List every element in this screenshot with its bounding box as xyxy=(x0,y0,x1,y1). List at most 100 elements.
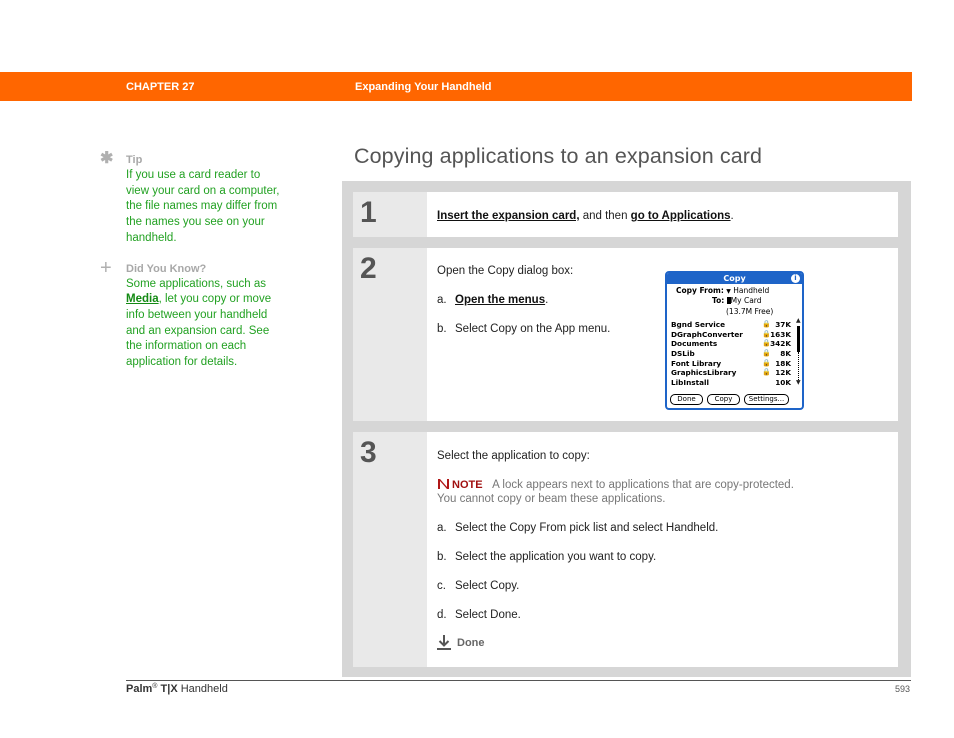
app-list: Bgnd Service 🔒 37K DGraphConverter 🔒 163K Do… xyxy=(671,320,791,388)
dropdown-triangle-icon: ▼ xyxy=(726,288,731,295)
step-3-item-b: b. Select the application you want to cop… xyxy=(437,551,656,563)
app-list-item: GraphicsLibrary 🔒 12K xyxy=(671,368,791,378)
open-menus-link[interactable]: Open the menus xyxy=(455,294,545,306)
scrollbar-track xyxy=(798,352,799,380)
step-1-text: Insert the expansion card, and then go t… xyxy=(437,210,734,222)
item-text: Select the application you want to copy. xyxy=(455,551,657,563)
footer-product: Handheld xyxy=(180,683,228,695)
note-label: NOTE xyxy=(452,479,483,491)
down-arrow-icon xyxy=(437,635,451,650)
app-list-item: Bgnd Service 🔒 37K xyxy=(671,320,791,330)
item-end: . xyxy=(545,294,549,306)
step-number-column: 3 xyxy=(353,432,427,667)
step-3-intro: Select the application to copy: xyxy=(437,450,590,462)
step-number-column: 1 xyxy=(353,192,427,237)
note-line-2: You cannot copy or beam these applicatio… xyxy=(437,493,666,505)
app-list-item: Font Library 🔒 18K xyxy=(671,359,791,369)
lock-icon: 🔒 xyxy=(762,368,771,377)
step-1: 1 Insert the expansion card, and then go… xyxy=(353,192,898,237)
plus-icon: + xyxy=(100,256,112,279)
step-2-intro: Open the Copy dialog box: xyxy=(437,265,574,277)
app-size: 342K xyxy=(770,339,791,349)
app-size: 163K xyxy=(770,329,791,339)
copy-dialog-screenshot: Copy i Copy From: ▼ Handheld To: My Card… xyxy=(665,271,804,410)
item-label: d. xyxy=(437,609,447,621)
app-name: DGraphConverter xyxy=(671,329,743,339)
step-1-middle-text: and then xyxy=(579,210,631,222)
dialog-title: Copy xyxy=(723,274,746,283)
item-label: b. xyxy=(437,323,447,335)
app-name: Font Library xyxy=(671,358,722,368)
footer-registered-mark: ® xyxy=(152,683,158,690)
dialog-copy-button: Copy xyxy=(707,394,740,405)
step-3-item-d: d. Select Done. xyxy=(437,609,521,621)
dialog-done-button: Done xyxy=(670,394,703,405)
page-title: Copying applications to an expansion car… xyxy=(354,144,763,168)
app-list-item: DSLib 🔒 8K xyxy=(671,349,791,359)
done-marker: Done xyxy=(437,634,485,650)
did-you-know-text: Some applications, such as Media, let yo… xyxy=(126,277,280,371)
item-text: Select Copy. xyxy=(455,580,520,592)
item-text: Select Done. xyxy=(455,609,521,621)
step-3: 3 Select the application to copy: NOTE A… xyxy=(353,432,898,667)
tip-block: ✱ Tip If you use a card reader to view y… xyxy=(100,150,280,247)
sidebar: ✱ Tip If you use a card reader to view y… xyxy=(100,150,280,385)
asterisk-icon: ✱ xyxy=(100,150,114,167)
insert-card-link[interactable]: Insert the expansion card, xyxy=(437,210,580,222)
step-number: 2 xyxy=(360,252,377,285)
dialog-title-bar: Copy i xyxy=(667,273,802,284)
app-size: 12K xyxy=(775,368,791,378)
step-3-item-a: a. Select the Copy From pick list and sel… xyxy=(437,522,718,534)
item-text: Select Copy on the App menu. xyxy=(455,323,611,335)
app-list-item: LibInstall 10K xyxy=(671,378,791,388)
note-text: A lock appears next to applications that… xyxy=(492,479,794,491)
step-3-item-c: c. Select Copy. xyxy=(437,580,519,592)
app-list-scrollbar: ▲ ▼ xyxy=(796,317,801,386)
step-1-end-text: . xyxy=(730,210,734,222)
step-2: 2 Open the Copy dialog box: a. Open the m… xyxy=(353,248,898,421)
page-number: 593 xyxy=(894,684,910,694)
app-name: LibInstall xyxy=(671,378,710,388)
app-list-item: DGraphConverter 🔒 163K xyxy=(671,330,791,340)
step-number: 3 xyxy=(360,436,377,469)
dialog-settings-button: Settings... xyxy=(744,394,789,405)
note-line-1: NOTE A lock appears next to applications… xyxy=(437,478,794,491)
media-link[interactable]: Media xyxy=(126,293,159,305)
app-name: Bgnd Service xyxy=(671,320,726,329)
to-value: My Card xyxy=(730,296,762,305)
scroll-up-arrow-icon: ▲ xyxy=(796,317,801,324)
done-label: Done xyxy=(457,637,485,649)
item-label: c. xyxy=(437,580,446,592)
lock-icon: 🔒 xyxy=(762,320,771,328)
copy-from-value: Handheld xyxy=(733,286,770,295)
footer-model: T|X xyxy=(160,683,178,695)
footer-brand: Palm xyxy=(126,683,153,695)
app-size: 37K xyxy=(775,320,791,329)
free-space: (13.7M Free) xyxy=(726,307,774,316)
scrollbar-thumb xyxy=(797,326,800,352)
step-number: 1 xyxy=(360,196,377,229)
info-icon: i xyxy=(791,274,800,283)
to-row: To: My Card xyxy=(712,296,762,306)
lock-icon: 🔒 xyxy=(762,358,771,367)
chapter-label: CHAPTER 27 xyxy=(126,81,195,93)
step-2-item-b: b. Select Copy on the App menu. xyxy=(437,323,610,335)
note-icon xyxy=(438,479,449,489)
tip-text: If you use a card reader to view your ca… xyxy=(126,169,280,244)
item-label: a. xyxy=(437,294,447,306)
chapter-title: Expanding Your Handheld xyxy=(355,81,492,93)
chapter-header-band: CHAPTER 27 Expanding Your Handheld xyxy=(0,72,912,101)
app-name: DSLib xyxy=(671,349,695,359)
go-to-applications-link[interactable]: go to Applications xyxy=(631,210,731,222)
footer-divider xyxy=(126,680,911,681)
tip-heading: Tip xyxy=(126,154,143,166)
app-name: GraphicsLibrary xyxy=(671,368,737,378)
scroll-down-arrow-icon: ▼ xyxy=(796,379,801,386)
app-size: 8K xyxy=(780,349,791,359)
app-size: 10K xyxy=(775,378,791,388)
to-label: To: xyxy=(712,296,725,305)
step-number-column: 2 xyxy=(353,248,427,421)
copy-from-label: Copy From: xyxy=(676,286,724,295)
steps-frame: 1 Insert the expansion card, and then go… xyxy=(342,181,911,677)
footer-product-name: Palm® T|X Handheld xyxy=(126,683,228,695)
